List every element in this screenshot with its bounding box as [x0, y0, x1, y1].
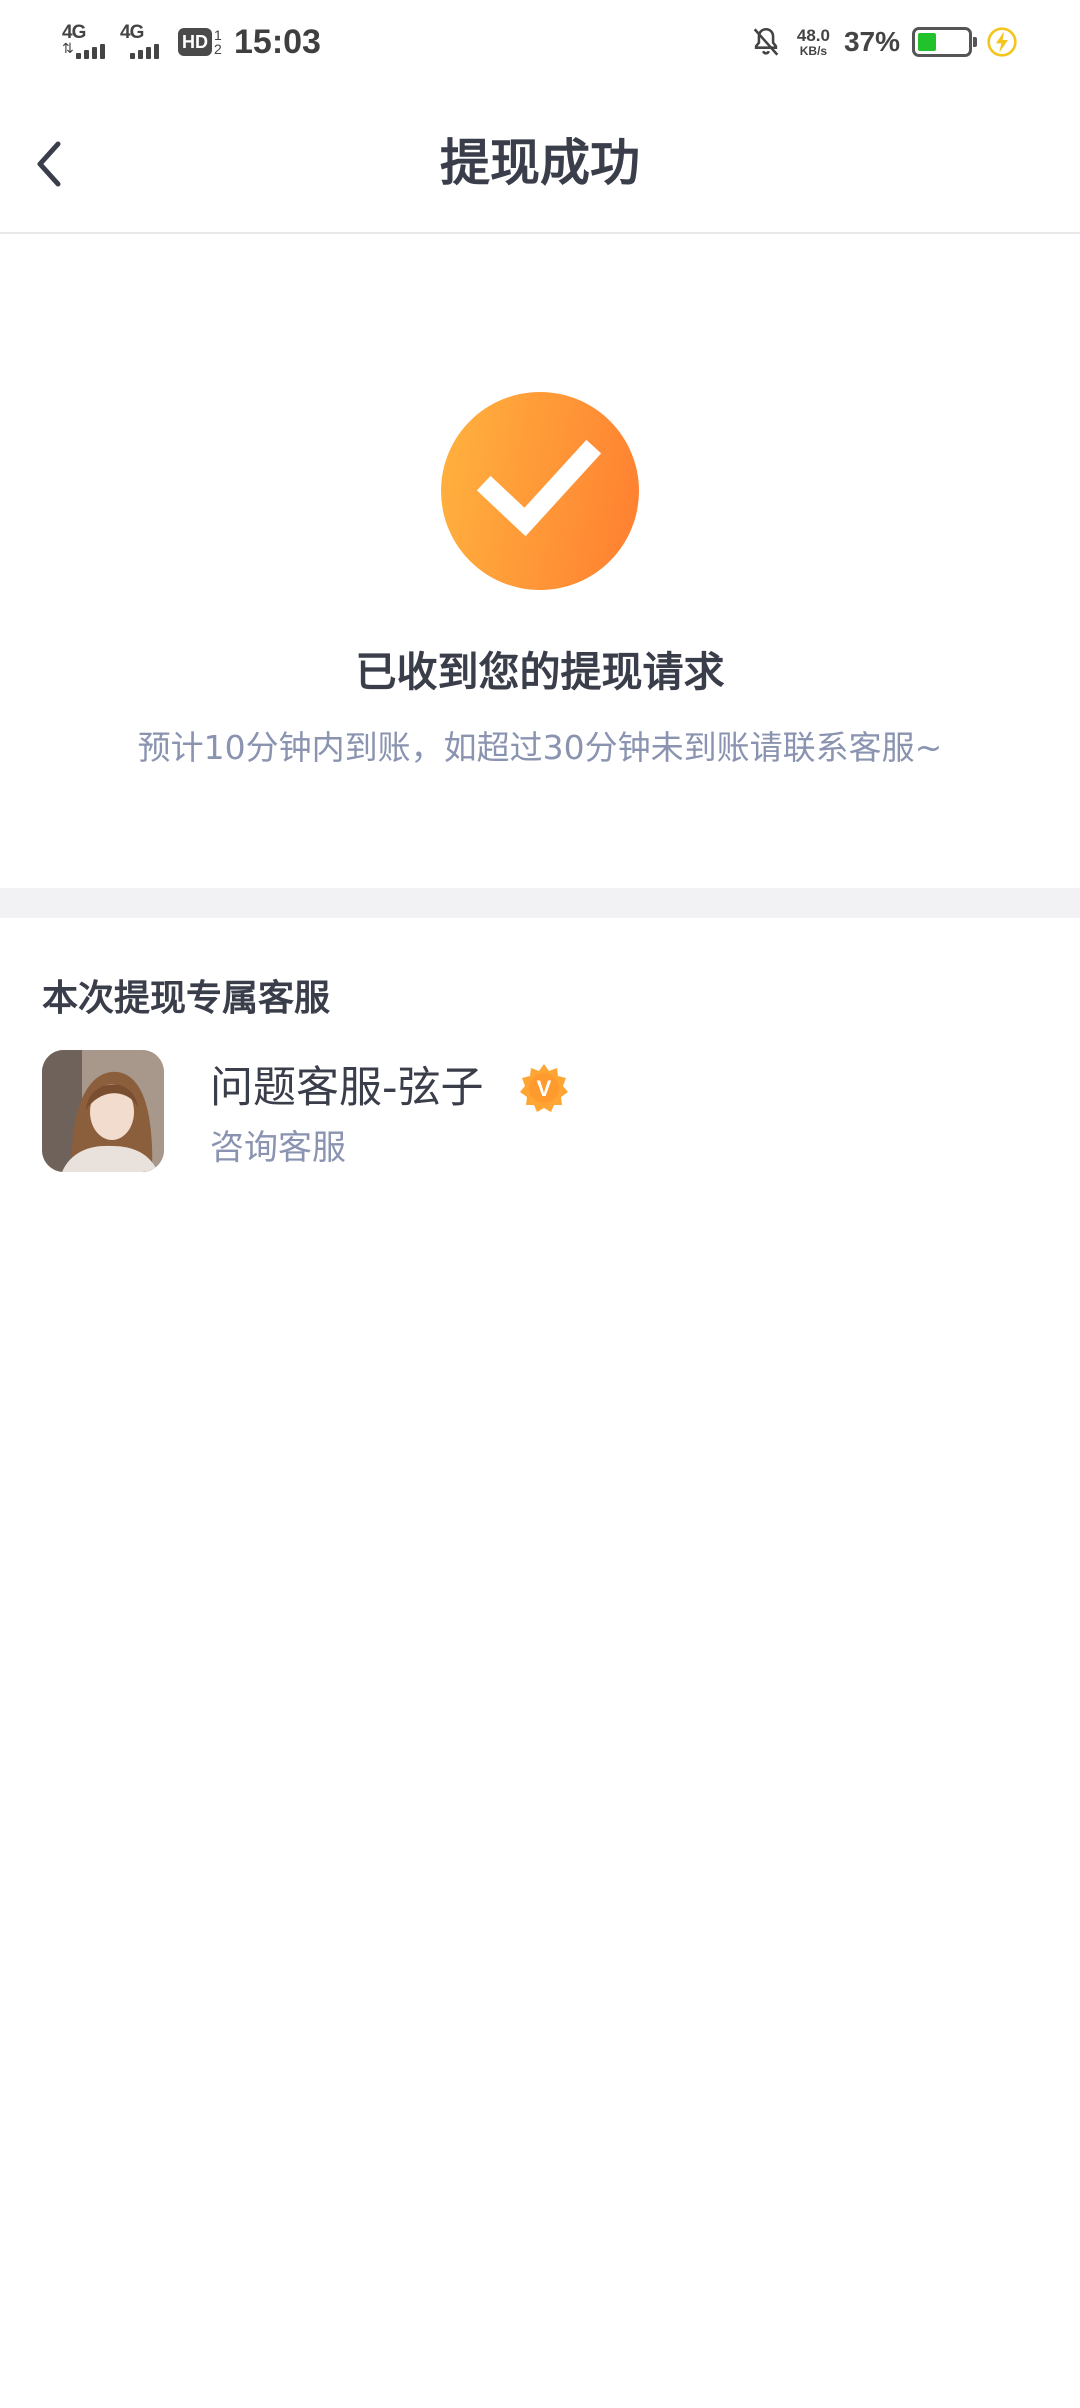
badge-label: V [536, 1076, 551, 1101]
battery-percent: 37% [843, 26, 900, 57]
check-circle-icon [441, 392, 639, 590]
battery-fill [918, 33, 936, 51]
signal-icon: 4G ⇅ [62, 22, 112, 62]
success-description: 预计10分钟内到账，如超过30分钟未到账请联系客服~ [137, 728, 943, 767]
hd-sim-label: 1 2 [214, 27, 222, 57]
success-section: 已收到您的提现请求 预计10分钟内到账，如超过30分钟未到账请联系客服~ [0, 236, 1080, 888]
network-type: 4G [120, 22, 144, 43]
charging-icon [987, 27, 1017, 57]
agent-role: 咨询客服 [210, 1128, 346, 1168]
network-speed: 48.0 KB/s [796, 25, 830, 58]
hd-label: HD [178, 28, 212, 56]
avatar[interactable] [42, 1050, 164, 1172]
agent-card[interactable]: 问题客服-弦子 V 咨询客服 [42, 1048, 1042, 1172]
nav-bar: 提现成功 [0, 84, 1080, 234]
success-title: 已收到您的提现请求 [355, 648, 725, 696]
battery-icon [912, 27, 977, 57]
status-bar: 4G ⇅ 4G HD 1 2 15:03 48.0 KB/s 37% [0, 0, 1080, 84]
status-time: 15:03 [234, 22, 321, 61]
speed-unit: KB/s [799, 43, 828, 58]
section-divider [0, 888, 1080, 918]
verified-badge-icon: V [519, 1064, 568, 1112]
page-title: 提现成功 [440, 134, 640, 192]
bell-off-icon [753, 27, 779, 56]
service-heading: 本次提现专属客服 [42, 978, 331, 1019]
signal-icon: 4G [120, 22, 170, 62]
hd-voice-icon: HD 1 2 [178, 28, 224, 56]
speed-value: 48.0 [796, 25, 830, 45]
agent-name: 问题客服-弦子 [210, 1063, 484, 1113]
